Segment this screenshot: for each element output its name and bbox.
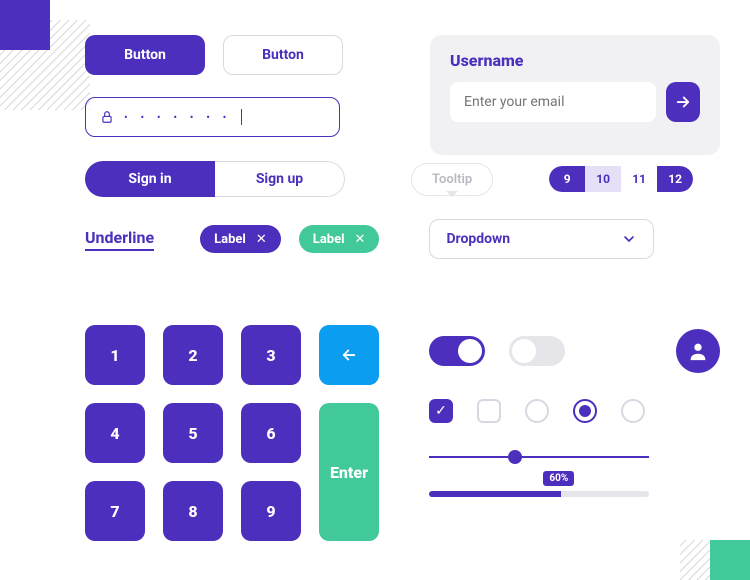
dropdown[interactable]: Dropdown (429, 219, 654, 259)
tab-sign-up[interactable]: Sign up (215, 161, 345, 197)
chip-label: Label (313, 232, 345, 247)
progress-fill (429, 491, 561, 497)
primary-button[interactable]: Button (85, 35, 205, 75)
avatar[interactable] (676, 329, 720, 373)
key-1[interactable]: 1 (85, 325, 145, 385)
page-12[interactable]: 12 (657, 166, 693, 192)
toggle-on[interactable] (429, 336, 485, 366)
tooltip: Tooltip (411, 163, 493, 196)
key-enter[interactable]: Enter (319, 403, 379, 541)
progress-label: 60% (543, 471, 574, 486)
key-7[interactable]: 7 (85, 481, 145, 541)
radio-unchecked[interactable] (525, 399, 549, 423)
outline-button[interactable]: Button (223, 35, 343, 75)
auth-segment: Sign in Sign up (85, 161, 345, 197)
password-input[interactable]: • • • • • • • (85, 97, 340, 137)
chip-purple[interactable]: Label ✕ (200, 225, 281, 253)
user-icon (687, 340, 709, 362)
close-icon[interactable]: ✕ (355, 232, 366, 247)
submit-button[interactable] (666, 82, 700, 122)
tab-sign-in[interactable]: Sign in (85, 161, 215, 197)
page-9[interactable]: 9 (549, 166, 585, 192)
chevron-down-icon (621, 231, 637, 247)
pagination: 9 10 11 12 (549, 166, 693, 192)
checkbox-checked[interactable]: ✓ (429, 399, 453, 423)
email-input[interactable] (450, 82, 656, 122)
key-backspace[interactable] (319, 325, 379, 385)
checkbox-unchecked[interactable] (477, 399, 501, 423)
check-icon: ✓ (435, 403, 447, 419)
slider-track (429, 456, 649, 458)
card-title: Username (450, 51, 700, 70)
close-icon[interactable]: ✕ (256, 232, 267, 247)
key-6[interactable]: 6 (241, 403, 301, 463)
progress-bar: 60% (429, 491, 649, 497)
key-9[interactable]: 9 (241, 481, 301, 541)
key-5[interactable]: 5 (163, 403, 223, 463)
arrow-left-icon (340, 346, 358, 364)
toggle-off[interactable] (509, 336, 565, 366)
key-2[interactable]: 2 (163, 325, 223, 385)
arrow-right-icon (674, 93, 692, 111)
radio-unchecked-2[interactable] (621, 399, 645, 423)
chip-label: Label (214, 232, 246, 247)
lock-icon (100, 110, 114, 124)
page-10[interactable]: 10 (585, 166, 621, 192)
username-card: Username (430, 35, 720, 155)
underline-link[interactable]: Underline (85, 228, 154, 251)
slider-thumb[interactable] (508, 450, 522, 464)
slider[interactable] (429, 449, 649, 465)
page-11[interactable]: 11 (621, 166, 657, 192)
password-mask: • • • • • • • (124, 111, 231, 124)
chip-green[interactable]: Label ✕ (299, 225, 380, 253)
radio-checked[interactable] (573, 399, 597, 423)
keypad: 1 2 3 4 5 6 Enter 7 8 9 (85, 325, 379, 541)
key-3[interactable]: 3 (241, 325, 301, 385)
dropdown-label: Dropdown (446, 231, 510, 247)
key-4[interactable]: 4 (85, 403, 145, 463)
text-cursor (241, 109, 242, 125)
key-8[interactable]: 8 (163, 481, 223, 541)
